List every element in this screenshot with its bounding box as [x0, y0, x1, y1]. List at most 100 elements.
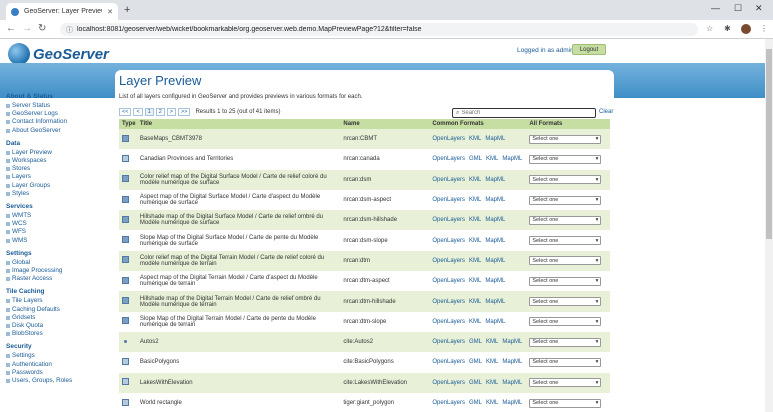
- window-close-icon[interactable]: ✕: [755, 3, 763, 14]
- format-link-openlayers[interactable]: OpenLayers: [432, 177, 465, 183]
- format-link-kml[interactable]: KML: [469, 217, 481, 223]
- format-link-mapml[interactable]: MapML: [502, 359, 522, 365]
- menu-icon[interactable]: ⋮: [760, 24, 768, 33]
- format-link-kml[interactable]: KML: [486, 339, 498, 345]
- format-link-openlayers[interactable]: OpenLayers: [432, 299, 465, 305]
- sidebar-item-raster-access[interactable]: Raster Access: [6, 275, 112, 283]
- format-link-gml[interactable]: GML: [469, 359, 482, 365]
- address-bar[interactable]: ⓘ localhost:8081/geoserver/web/wicket/bo…: [60, 23, 698, 36]
- format-link-mapml[interactable]: MapML: [485, 299, 505, 305]
- format-link-mapml[interactable]: MapML: [502, 339, 522, 345]
- all-formats-select[interactable]: Select one ▾: [529, 134, 602, 144]
- forward-icon[interactable]: →: [22, 23, 32, 34]
- extensions-icon[interactable]: ✱: [724, 24, 731, 33]
- sidebar-item-workspaces[interactable]: Workspaces: [6, 157, 112, 165]
- format-link-kml[interactable]: KML: [486, 400, 498, 406]
- sidebar-item-image-processing[interactable]: Image Processing: [6, 267, 112, 275]
- pager-button[interactable]: 1: [144, 108, 154, 116]
- all-formats-select[interactable]: Select one ▾: [529, 236, 602, 246]
- all-formats-select[interactable]: Select one ▾: [529, 256, 602, 266]
- new-tab-icon[interactable]: +: [124, 4, 130, 16]
- format-link-openlayers[interactable]: OpenLayers: [432, 339, 465, 345]
- format-link-openlayers[interactable]: OpenLayers: [432, 359, 465, 365]
- format-link-gml[interactable]: GML: [469, 339, 482, 345]
- search-box[interactable]: ⌕: [452, 108, 596, 118]
- sidebar-item-disk-quota[interactable]: Disk Quota: [6, 322, 112, 330]
- format-link-mapml[interactable]: MapML: [485, 258, 505, 264]
- format-link-kml[interactable]: KML: [469, 278, 481, 284]
- close-icon[interactable]: ✕: [107, 8, 113, 16]
- format-link-openlayers[interactable]: OpenLayers: [432, 319, 465, 325]
- all-formats-select[interactable]: Select one ▾: [529, 337, 602, 347]
- format-link-kml[interactable]: KML: [486, 380, 498, 386]
- star-icon[interactable]: ☆: [706, 24, 713, 33]
- minimize-icon[interactable]: —: [711, 3, 720, 13]
- column-header-title[interactable]: Title: [136, 119, 341, 129]
- format-link-kml[interactable]: KML: [469, 177, 481, 183]
- pager-button[interactable]: >: [166, 108, 176, 116]
- format-link-kml[interactable]: KML: [469, 136, 481, 142]
- sidebar-item-authentication[interactable]: Authentication: [6, 361, 112, 369]
- all-formats-select[interactable]: Select one ▾: [529, 378, 602, 388]
- format-link-mapml[interactable]: MapML: [485, 278, 505, 284]
- sidebar-item-caching-defaults[interactable]: Caching Defaults: [6, 306, 112, 314]
- sidebar-item-stores[interactable]: Stores: [6, 165, 112, 173]
- sidebar-item-layer-preview[interactable]: Layer Preview: [6, 149, 112, 157]
- format-link-mapml[interactable]: MapML: [485, 319, 505, 325]
- format-link-openlayers[interactable]: OpenLayers: [432, 156, 465, 162]
- format-link-openlayers[interactable]: OpenLayers: [432, 238, 465, 244]
- format-link-gml[interactable]: GML: [469, 400, 482, 406]
- reload-icon[interactable]: ↻: [38, 23, 46, 34]
- browser-tab[interactable]: GeoServer: Layer Preview ✕: [6, 3, 118, 20]
- sidebar-item-global[interactable]: Global: [6, 259, 112, 267]
- search-input[interactable]: [461, 110, 582, 116]
- sidebar-item-blobstores[interactable]: BlobStores: [6, 330, 112, 338]
- format-link-kml[interactable]: KML: [486, 359, 498, 365]
- sidebar-item-layer-groups[interactable]: Layer Groups: [6, 182, 112, 190]
- sidebar-item-contact-information[interactable]: Contact Information: [6, 118, 112, 126]
- back-icon[interactable]: ←: [6, 23, 16, 34]
- format-link-kml[interactable]: KML: [469, 197, 481, 203]
- sidebar-item-gridsets[interactable]: Gridsets: [6, 314, 112, 322]
- geoserver-logo[interactable]: GeoServer: [8, 43, 109, 65]
- format-link-openlayers[interactable]: OpenLayers: [432, 400, 465, 406]
- format-link-openlayers[interactable]: OpenLayers: [432, 136, 465, 142]
- all-formats-select[interactable]: Select one ▾: [529, 175, 602, 185]
- sidebar-item-passwords[interactable]: Passwords: [6, 369, 112, 377]
- clear-link[interactable]: Clear: [599, 109, 613, 115]
- column-header-name[interactable]: Name: [340, 119, 430, 129]
- format-link-kml[interactable]: KML: [469, 258, 481, 264]
- sidebar-item-styles[interactable]: Styles: [6, 190, 112, 198]
- format-link-gml[interactable]: GML: [469, 380, 482, 386]
- sidebar-item-wcs[interactable]: WCS: [6, 220, 112, 228]
- all-formats-select[interactable]: Select one ▾: [529, 195, 602, 205]
- sidebar-item-wmts[interactable]: WMTS: [6, 212, 112, 220]
- sidebar-item-wfs[interactable]: WFS: [6, 228, 112, 236]
- page-scrollbar[interactable]: [765, 39, 773, 412]
- all-formats-select[interactable]: Select one ▾: [529, 276, 602, 286]
- format-link-mapml[interactable]: MapML: [485, 197, 505, 203]
- format-link-mapml[interactable]: MapML: [485, 136, 505, 142]
- format-link-openlayers[interactable]: OpenLayers: [432, 217, 465, 223]
- avatar[interactable]: [741, 24, 751, 34]
- all-formats-select[interactable]: Select one ▾: [529, 154, 602, 164]
- format-link-openlayers[interactable]: OpenLayers: [432, 278, 465, 284]
- pager-button[interactable]: 2: [155, 108, 165, 116]
- sidebar-item-users-groups-roles[interactable]: Users, Groups, Roles: [6, 377, 112, 385]
- scrollbar-thumb[interactable]: [766, 49, 772, 239]
- format-link-kml[interactable]: KML: [469, 238, 481, 244]
- sidebar-item-about-geoserver[interactable]: About GeoServer: [6, 127, 112, 135]
- all-formats-select[interactable]: Select one ▾: [529, 357, 602, 367]
- format-link-openlayers[interactable]: OpenLayers: [432, 258, 465, 264]
- maximize-icon[interactable]: ☐: [734, 3, 742, 14]
- format-link-mapml[interactable]: MapML: [502, 400, 522, 406]
- pager-button[interactable]: <: [133, 108, 143, 116]
- all-formats-select[interactable]: Select one ▾: [529, 317, 602, 327]
- format-link-kml[interactable]: KML: [469, 319, 481, 325]
- format-link-mapml[interactable]: MapML: [485, 177, 505, 183]
- sidebar-item-tile-layers[interactable]: Tile Layers: [6, 297, 112, 305]
- format-link-gml[interactable]: GML: [469, 156, 482, 162]
- info-icon[interactable]: ⓘ: [66, 25, 73, 35]
- sidebar-item-wms[interactable]: WMS: [6, 237, 112, 245]
- format-link-openlayers[interactable]: OpenLayers: [432, 380, 465, 386]
